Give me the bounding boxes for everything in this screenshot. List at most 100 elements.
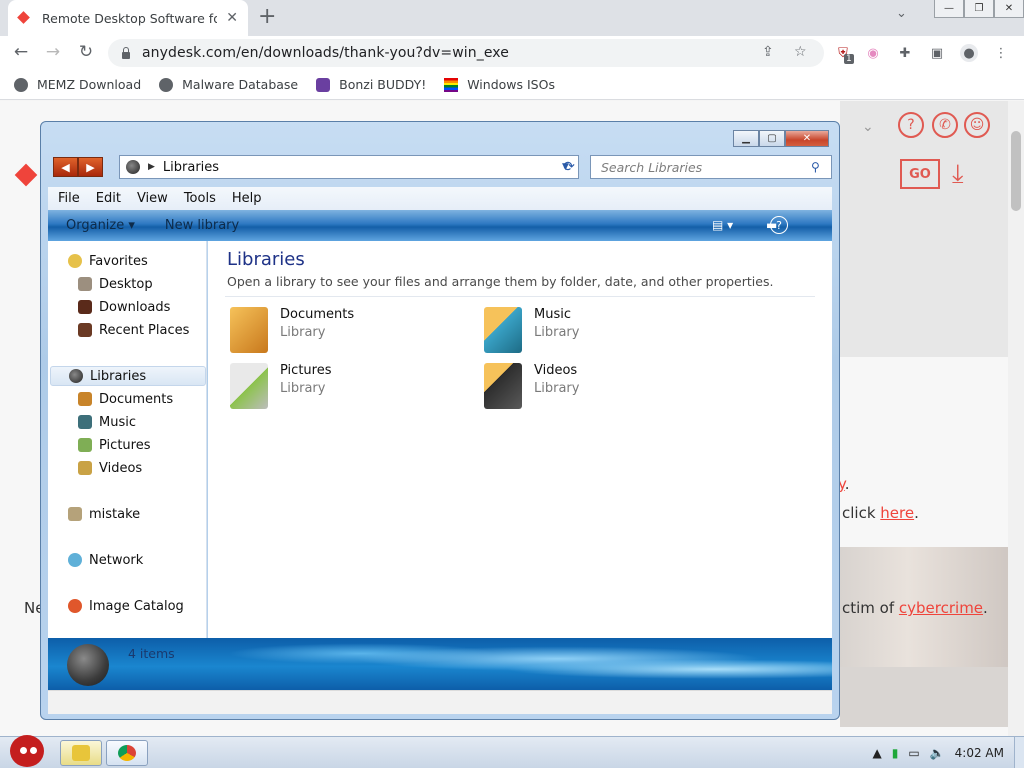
nav-network[interactable]: Network [68,550,143,570]
clock[interactable]: 4:02 AM [955,746,1004,760]
phone-icon[interactable]: ✆ [932,112,958,138]
nav-music[interactable]: Music [78,412,136,432]
back-arrow-icon[interactable]: ← [10,42,32,62]
tray-expand-icon[interactable]: ▲ [873,746,882,760]
browser-window-controls: — ❐ ✕ [934,0,1024,18]
bookmark-memz[interactable]: MEMZ Download [14,77,141,92]
anydesk-logo-icon[interactable] [14,163,38,187]
address-bar[interactable]: anydesk.com/en/downloads/thank-you?dv=wi… [108,39,824,67]
start-button-angry-bird-icon[interactable] [6,729,48,768]
close-button[interactable]: ✕ [994,0,1024,18]
page-link-cybercrime[interactable]: cybercrime [899,599,983,617]
libraries-stone-icon [67,644,109,686]
bookmark-malware-database[interactable]: Malware Database [159,77,298,92]
browser-tab[interactable]: Remote Desktop Software for ✕ [8,0,248,36]
help-icon[interactable]: ? [770,216,788,234]
explorer-address-bar[interactable]: ▶ Libraries ▼ [119,155,579,179]
library-pictures[interactable]: Pictures Library [230,363,331,409]
explorer-minimize-button[interactable]: ▁ [733,130,759,147]
nav-recent-places[interactable]: Recent Places [78,320,189,340]
restore-button[interactable]: ❐ [964,0,994,18]
go-flag-icon[interactable]: GO [900,159,940,189]
help-circle-icon[interactable]: ? [898,112,924,138]
address-url[interactable]: anydesk.com/en/downloads/thank-you?dv=wi… [142,45,509,61]
view-options-icon[interactable]: ▤ ▾ [712,218,733,232]
new-tab-button[interactable]: + [258,5,276,29]
explorer-status-bar [48,690,832,714]
user-icon[interactable]: ☺ [964,112,990,138]
puzzle-extensions-icon[interactable]: ✚ [896,44,914,62]
downloads-icon [78,300,92,314]
library-videos[interactable]: Videos Library [484,363,579,409]
bookmark-star-icon[interactable]: ☆ [794,44,807,60]
nav-videos[interactable]: Videos [78,458,142,478]
volume-icon[interactable]: 🔈 [930,746,945,760]
search-icon[interactable]: ⚲ [811,160,831,174]
taskbar-explorer-button[interactable] [60,740,102,766]
chevron-down-icon[interactable]: ⌄ [862,119,874,135]
windows-flag-icon [444,77,459,92]
forward-arrow-icon[interactable]: → [42,42,64,62]
libraries-sphere-icon [126,160,140,174]
menu-edit[interactable]: Edit [96,191,121,206]
taskbar-chrome-button[interactable] [106,740,148,766]
nav-libraries[interactable]: Libraries [50,366,206,386]
explorer-close-button[interactable]: ✕ [785,130,829,147]
nav-user-mistake[interactable]: mistake [68,504,140,524]
share-icon[interactable]: ⇪ [762,44,774,60]
minimize-button[interactable]: — [934,0,964,18]
lock-icon[interactable] [120,47,132,59]
explorer-forward-icon[interactable]: ▶ [78,157,103,177]
side-panel-icon[interactable]: ▣ [928,44,946,62]
anydesk-favicon-icon [18,11,32,25]
explorer-maximize-button[interactable]: ▢ [759,130,785,147]
chrome-icon [118,745,136,761]
library-music[interactable]: Music Library [484,307,579,353]
explorer-back-icon[interactable]: ◀ [53,157,78,177]
menu-dots-icon[interactable]: ⋮ [992,44,1010,62]
reload-icon[interactable]: ↻ [75,42,97,62]
menu-tools[interactable]: Tools [184,191,216,206]
bookmark-bonzi-buddy[interactable]: Bonzi BUDDY! [316,77,426,92]
tab-search-chevron-icon[interactable]: ⌄ [896,6,907,21]
content-pane: Libraries Open a library to see your fil… [208,241,832,638]
nav-downloads[interactable]: Downloads [78,297,170,317]
breadcrumb-chevron-icon[interactable]: ▶ [148,162,155,172]
show-desktop-button[interactable] [1014,737,1024,768]
desktop-icon [78,277,92,291]
new-library-button[interactable]: New library [165,218,239,233]
menu-help[interactable]: Help [232,191,262,206]
extension-badge: 1 [844,54,854,64]
page-title: Libraries [227,249,305,270]
bookmark-windows-isos[interactable]: Windows ISOs [444,77,555,92]
pictures-icon [78,438,92,452]
nav-favorites[interactable]: Favorites [68,251,148,271]
address-text[interactable]: Libraries [163,160,219,175]
network-tray-icon[interactable]: ▭ [908,746,919,760]
download-icon[interactable]: ⤓ [952,159,964,190]
profile-avatar-icon[interactable]: ● [960,44,978,62]
explorer-search-input[interactable]: Search Libraries ⚲ [590,155,832,179]
bookmarks-bar: MEMZ Download Malware Database Bonzi BUD… [0,70,1024,100]
browser-toolbar: ← → ↻ anydesk.com/en/downloads/thank-you… [0,36,1024,70]
recent-places-icon [78,323,92,337]
menu-view[interactable]: View [137,191,168,206]
nav-desktop[interactable]: Desktop [78,274,153,294]
details-pane: 4 items [48,638,832,690]
videos-icon [78,461,92,475]
menu-file[interactable]: File [58,191,80,206]
nav-documents[interactable]: Documents [78,389,173,409]
scrollbar-thumb[interactable] [1011,131,1021,211]
tab-close-icon[interactable]: ✕ [226,10,238,26]
organize-button[interactable]: Organize ▾ [66,218,135,233]
page-scrollbar[interactable] [1008,101,1024,736]
nav-image-catalog[interactable]: Image Catalog [68,596,184,616]
trans-flag-extension-icon[interactable]: ◉ [864,44,882,62]
folder-icon [72,745,90,761]
library-documents[interactable]: Documents Library [230,307,354,353]
battery-icon[interactable]: ▮ [892,746,899,760]
music-library-icon [484,307,522,353]
nav-pictures[interactable]: Pictures [78,435,150,455]
page-link-here[interactable]: here [880,504,914,522]
refresh-icon[interactable]: ⟳ [559,157,579,177]
